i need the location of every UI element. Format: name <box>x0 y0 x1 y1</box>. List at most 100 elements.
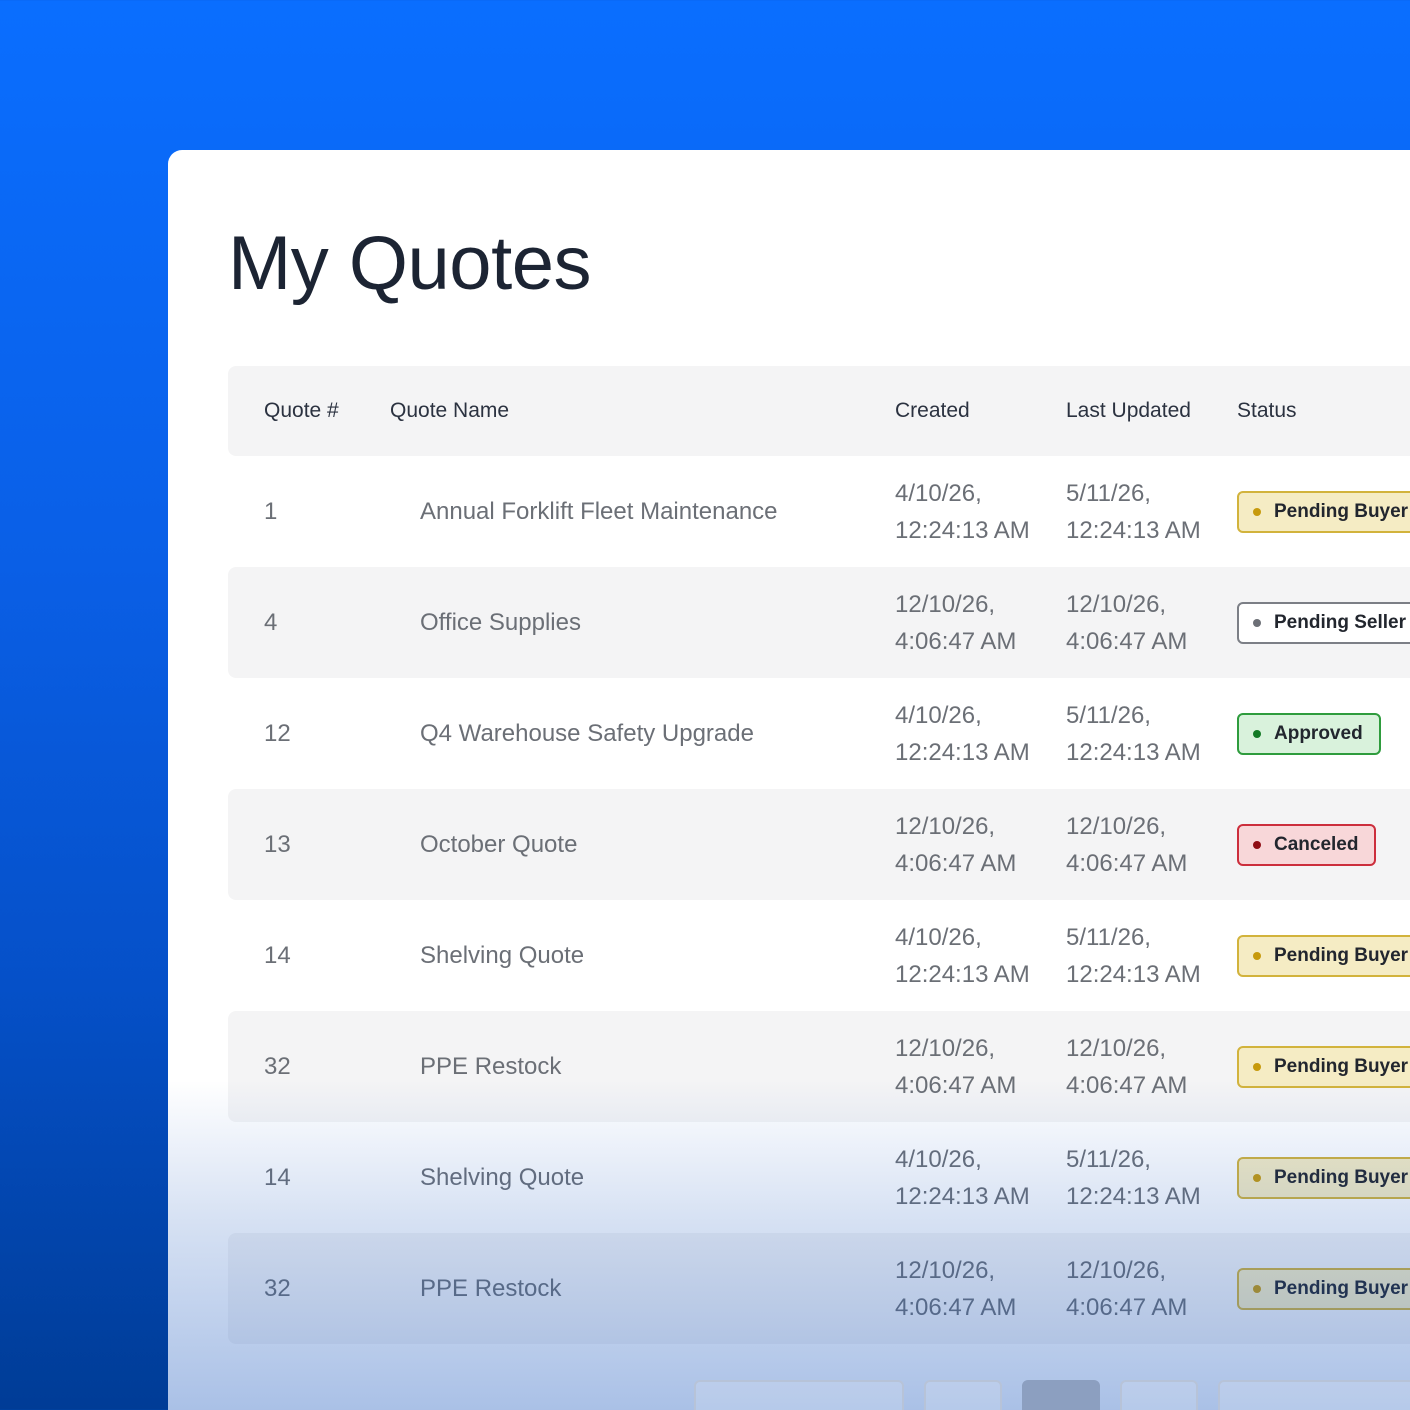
quote-name[interactable]: Shelving Quote <box>390 1164 895 1192</box>
updated-cell: 12/10/26, 4:06:47 AM <box>1066 808 1237 882</box>
status-dot-icon <box>1253 618 1261 627</box>
updated-time: 12:24:13 AM <box>1066 1182 1201 1210</box>
created-date: 4/10/26, <box>895 479 982 507</box>
created-date: 12/10/26, <box>895 812 996 840</box>
quote-name[interactable]: Office Supplies <box>390 609 895 637</box>
header-quote-number[interactable]: Quote # <box>228 399 390 423</box>
updated-date: 12/10/26, <box>1066 590 1167 618</box>
updated-time: 12:24:13 AM <box>1066 738 1201 766</box>
created-date: 4/10/26, <box>895 701 982 729</box>
created-time: 12:24:13 AM <box>895 738 1030 766</box>
quote-number: 14 <box>264 1163 291 1191</box>
quotes-card: My Quotes Quote # Quote Name Created Las… <box>168 150 1410 1410</box>
quote-number: 32 <box>264 1274 291 1302</box>
status-cell: Pending Buyer Review <box>1237 1045 1410 1088</box>
status-label: Pending Buyer Review <box>1274 500 1410 522</box>
header-created[interactable]: Created <box>895 399 1066 423</box>
quote-number: 4 <box>264 608 278 636</box>
updated-date: 12/10/26, <box>1066 812 1167 840</box>
created-time: 4:06:47 AM <box>895 1071 1017 1099</box>
status-label: Pending Buyer Review <box>1274 944 1410 966</box>
created-time: 4:06:47 AM <box>895 849 1017 877</box>
updated-time: 12:24:13 AM <box>1066 516 1201 544</box>
updated-cell: 12/10/26, 4:06:47 AM <box>1066 586 1237 660</box>
table-row[interactable]: 32 PPE Restock 12/10/26, 4:06:47 AM 12/10/26… <box>228 1011 1410 1122</box>
pagination <box>694 1380 1410 1410</box>
updated-date: 5/11/26, <box>1066 479 1151 507</box>
updated-time: 4:06:47 AM <box>1066 849 1188 877</box>
created-cell: 4/10/26, 12:24:13 AM <box>895 1141 1066 1215</box>
quote-number: 13 <box>264 830 291 858</box>
status-label: Pending Seller Review <box>1274 611 1410 633</box>
status-cell: Pending Buyer Review <box>1237 934 1410 977</box>
quote-name[interactable]: Q4 Warehouse Safety Upgrade <box>390 720 895 748</box>
created-time: 4:06:47 AM <box>895 627 1017 655</box>
status-cell: Pending Buyer Review <box>1237 1267 1410 1310</box>
status-label: Approved <box>1274 722 1363 744</box>
status-dot-icon <box>1253 507 1261 516</box>
quote-name[interactable]: October Quote <box>390 831 895 859</box>
table-row[interactable]: 1 Annual Forklift Fleet Maintenance 4/10/2… <box>228 456 1410 567</box>
created-time: 12:24:13 AM <box>895 960 1030 988</box>
created-date: 12/10/26, <box>895 1256 996 1284</box>
table-row[interactable]: 12 Q4 Warehouse Safety Upgrade 4/10/26, 12:… <box>228 678 1410 789</box>
updated-cell: 5/11/26, 12:24:13 AM <box>1066 697 1237 771</box>
quote-name[interactable]: PPE Restock <box>390 1275 895 1303</box>
created-date: 4/10/26, <box>895 923 982 951</box>
status-badge: Pending Buyer Review <box>1237 934 1410 977</box>
status-label: Pending Buyer Review <box>1274 1277 1410 1299</box>
table-row[interactable]: 14 Shelving Quote 4/10/26, 12:24:13 AM 5/11/… <box>228 900 1410 1011</box>
pagination-previous-button[interactable] <box>694 1380 904 1410</box>
created-cell: 12/10/26, 4:06:47 AM <box>895 1030 1066 1104</box>
updated-cell: 12/10/26, 4:06:47 AM <box>1066 1030 1237 1104</box>
created-cell: 12/10/26, 4:06:47 AM <box>895 586 1066 660</box>
created-cell: 12/10/26, 4:06:47 AM <box>895 1252 1066 1326</box>
status-dot-icon <box>1253 729 1261 738</box>
status-badge: Approved <box>1237 712 1381 755</box>
updated-cell: 5/11/26, 12:24:13 AM <box>1066 475 1237 549</box>
pagination-page-button[interactable] <box>924 1380 1002 1410</box>
status-label: Pending Buyer Review <box>1274 1166 1410 1188</box>
pagination-next-button[interactable] <box>1218 1380 1410 1410</box>
created-time: 12:24:13 AM <box>895 1182 1030 1210</box>
updated-time: 4:06:47 AM <box>1066 1071 1188 1099</box>
quote-name[interactable]: PPE Restock <box>390 1053 895 1081</box>
table-row[interactable]: 32 PPE Restock 12/10/26, 4:06:47 AM 12/10/26… <box>228 1233 1410 1344</box>
status-badge: Canceled <box>1237 823 1377 866</box>
status-badge: Pending Buyer Review <box>1237 1156 1410 1199</box>
created-cell: 4/10/26, 12:24:13 AM <box>895 475 1066 549</box>
quotes-table: Quote # Quote Name Created Last Updated … <box>228 366 1410 1344</box>
status-badge: Pending Buyer Review <box>1237 1267 1410 1310</box>
updated-date: 5/11/26, <box>1066 1145 1151 1173</box>
updated-time: 4:06:47 AM <box>1066 627 1188 655</box>
status-dot-icon <box>1253 840 1261 849</box>
table-row[interactable]: 4 Office Supplies 12/10/26, 4:06:47 AM 12/10… <box>228 567 1410 678</box>
created-time: 12:24:13 AM <box>895 516 1030 544</box>
created-date: 12/10/26, <box>895 590 996 618</box>
table-row[interactable]: 14 Shelving Quote 4/10/26, 12:24:13 AM 5/11/… <box>228 1122 1410 1233</box>
status-cell: Pending Seller Review <box>1237 601 1410 644</box>
created-time: 4:06:47 AM <box>895 1293 1017 1321</box>
created-cell: 12/10/26, 4:06:47 AM <box>895 808 1066 882</box>
pagination-page-button[interactable] <box>1120 1380 1198 1410</box>
updated-date: 5/11/26, <box>1066 701 1151 729</box>
status-badge: Pending Seller Review <box>1237 601 1410 644</box>
table-row[interactable]: 13 October Quote 12/10/26, 4:06:47 AM 12/10/… <box>228 789 1410 900</box>
updated-cell: 5/11/26, 12:24:13 AM <box>1066 919 1237 993</box>
updated-date: 5/11/26, <box>1066 923 1151 951</box>
status-dot-icon <box>1253 1173 1261 1182</box>
status-cell: Pending Buyer Review <box>1237 1156 1410 1199</box>
pagination-page-button-active[interactable] <box>1022 1380 1100 1410</box>
quote-name[interactable]: Shelving Quote <box>390 942 895 970</box>
header-last-updated[interactable]: Last Updated <box>1066 399 1237 423</box>
header-status[interactable]: Status <box>1237 399 1410 423</box>
header-quote-name[interactable]: Quote Name <box>390 399 895 423</box>
page-title: My Quotes <box>228 221 591 306</box>
updated-cell: 5/11/26, 12:24:13 AM <box>1066 1141 1237 1215</box>
quote-number: 32 <box>264 1052 291 1080</box>
status-cell: Canceled <box>1237 823 1410 866</box>
quote-name[interactable]: Annual Forklift Fleet Maintenance <box>390 498 895 526</box>
status-badge: Pending Buyer Review <box>1237 490 1410 533</box>
table-header: Quote # Quote Name Created Last Updated … <box>228 366 1410 456</box>
status-dot-icon <box>1253 1284 1261 1293</box>
